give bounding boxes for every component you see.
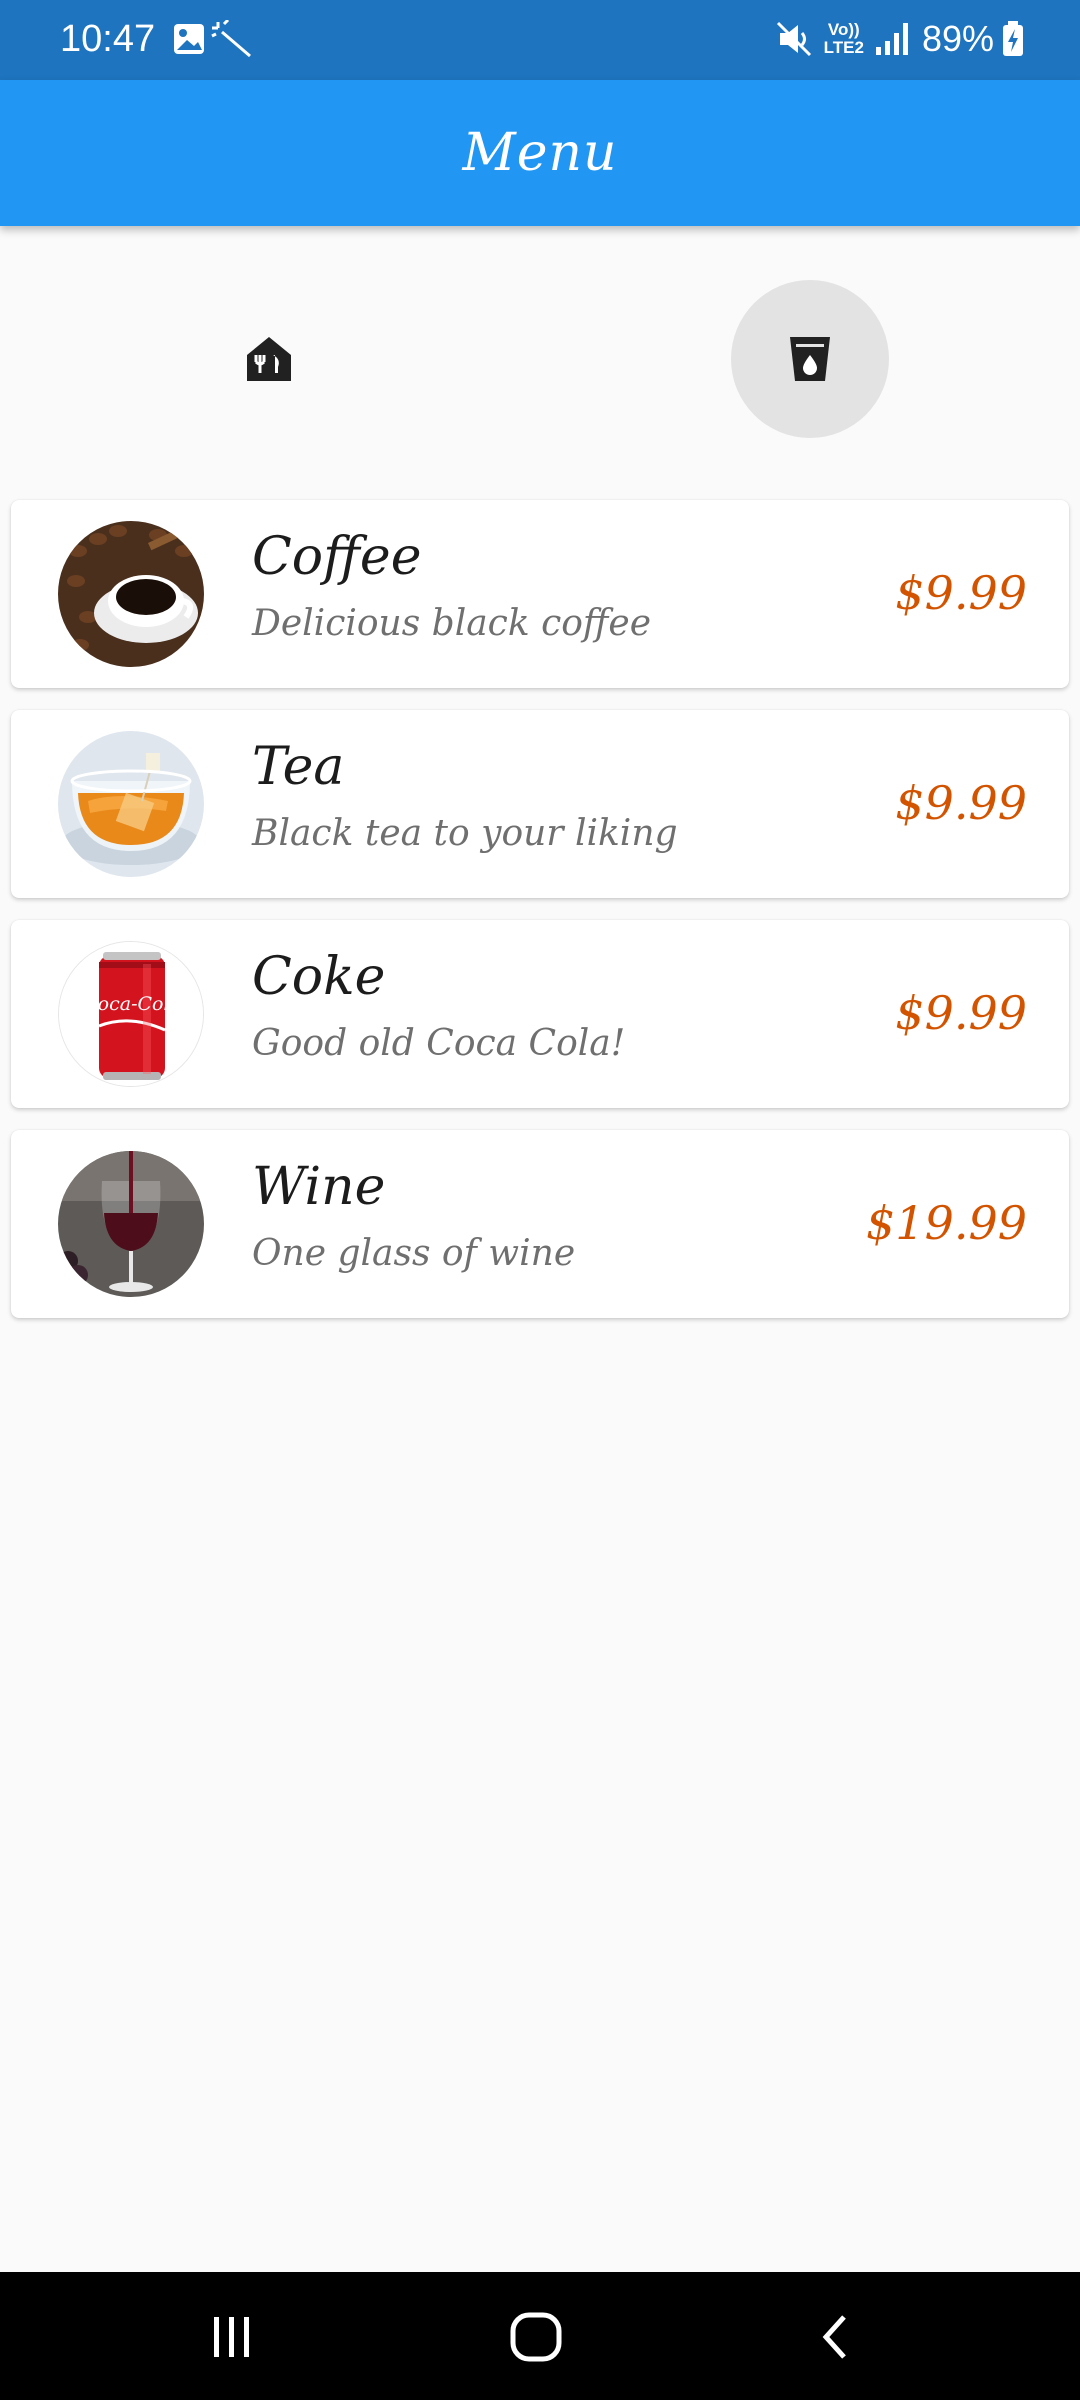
coke-logo-text: Coca-Cola bbox=[83, 993, 181, 1015]
drink-icon bbox=[790, 337, 830, 381]
image-icon bbox=[174, 24, 204, 54]
home-icon bbox=[510, 2312, 562, 2362]
wine-image bbox=[58, 1151, 204, 1297]
item-price: $9.99 bbox=[895, 566, 1027, 620]
home-button[interactable] bbox=[476, 2302, 596, 2372]
tea-image bbox=[58, 731, 204, 877]
status-bar: 10:47 Vo)) LTE2 89% bbox=[0, 0, 1080, 80]
category-selector bbox=[0, 226, 1080, 496]
menu-item-tea[interactable]: Tea Black tea to your liking $9.99 bbox=[11, 710, 1069, 898]
battery-icon bbox=[1003, 21, 1023, 56]
item-name: Tea bbox=[252, 737, 345, 797]
item-description: Good old Coca Cola! bbox=[252, 1023, 626, 1064]
item-price: $9.99 bbox=[895, 986, 1027, 1040]
back-icon bbox=[822, 2315, 846, 2359]
item-description: Delicious black coffee bbox=[252, 603, 652, 644]
recents-button[interactable] bbox=[172, 2302, 292, 2372]
system-nav-bar bbox=[0, 2272, 1080, 2400]
restaurant-icon bbox=[247, 337, 291, 381]
status-time: 10:47 bbox=[60, 18, 156, 60]
item-price: $19.99 bbox=[866, 1196, 1027, 1250]
page-title: Menu bbox=[462, 123, 618, 183]
recents-icon bbox=[214, 2317, 249, 2357]
volte-line1: Vo)) bbox=[827, 20, 860, 39]
item-description: Black tea to your liking bbox=[252, 813, 678, 854]
item-name: Wine bbox=[252, 1157, 386, 1217]
category-drinks-button[interactable] bbox=[731, 280, 889, 438]
category-food-button[interactable] bbox=[190, 280, 348, 438]
status-icons-right: Vo)) LTE2 89% bbox=[774, 14, 1024, 64]
battery-percent: 89% bbox=[921, 18, 994, 59]
item-price: $9.99 bbox=[895, 776, 1027, 830]
signal-icon bbox=[875, 23, 908, 55]
menu-item-coke[interactable]: Coca-Cola Coke Good old Coca Cola! $9.99 bbox=[11, 920, 1069, 1108]
menu-item-coffee[interactable]: Coffee Delicious black coffee $9.99 bbox=[11, 500, 1069, 688]
app-bar: Menu bbox=[0, 80, 1080, 226]
coke-image: Coca-Cola bbox=[58, 941, 204, 1087]
status-icons-left bbox=[172, 18, 252, 64]
coffee-image bbox=[58, 521, 204, 667]
menu-list: Coffee Delicious black coffee $9.99 Tea … bbox=[11, 500, 1069, 1340]
mute-icon bbox=[776, 21, 811, 57]
volte-icon: Vo)) LTE2 bbox=[824, 21, 864, 57]
magic-wand-icon bbox=[211, 18, 251, 58]
volte-line2: LTE2 bbox=[823, 38, 864, 57]
menu-item-wine[interactable]: Wine One glass of wine $19.99 bbox=[11, 1130, 1069, 1318]
back-button[interactable] bbox=[778, 2302, 898, 2372]
item-description: One glass of wine bbox=[252, 1233, 576, 1274]
item-name: Coke bbox=[252, 947, 386, 1007]
item-name: Coffee bbox=[252, 527, 422, 587]
